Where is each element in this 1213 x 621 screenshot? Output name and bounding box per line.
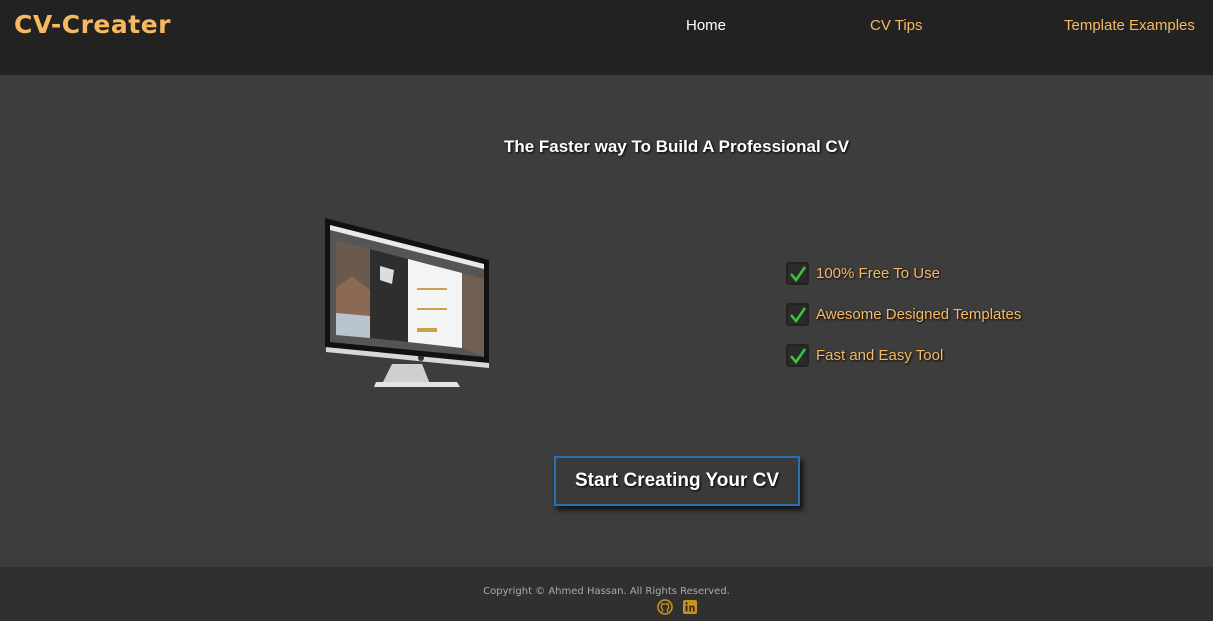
nav-template-examples-link[interactable]: Template Examples xyxy=(1064,17,1195,34)
navbar: CV-Creater Home CV Tips Template Example… xyxy=(0,0,1213,75)
copyright-text: Copyright © Ahmed Hassan. All Rights Res… xyxy=(483,586,730,597)
feature-label: 100% Free To Use xyxy=(816,265,940,282)
imac-monitor-icon xyxy=(322,218,497,390)
features-list: 100% Free To Use Awesome Designed Templa… xyxy=(786,253,1021,376)
brand-logo[interactable]: CV-Creater xyxy=(14,10,171,39)
checkmark-icon xyxy=(786,344,809,367)
github-icon[interactable] xyxy=(657,599,673,615)
checkmark-icon xyxy=(786,303,809,326)
nav-cv-tips-link[interactable]: CV Tips xyxy=(870,17,923,34)
hero-title: The Faster way To Build A Professional C… xyxy=(503,137,850,156)
hero-section: The Faster way To Build A Professional C… xyxy=(0,75,1213,567)
linkedin-icon[interactable] xyxy=(682,599,698,615)
feature-label: Fast and Easy Tool xyxy=(816,347,944,364)
list-item: 100% Free To Use xyxy=(786,253,1021,294)
list-item: Awesome Designed Templates xyxy=(786,294,1021,335)
start-creating-cv-button[interactable]: Start Creating Your CV xyxy=(554,456,800,506)
footer: Copyright © Ahmed Hassan. All Rights Res… xyxy=(0,567,1213,621)
feature-label: Awesome Designed Templates xyxy=(816,306,1022,323)
list-item: Fast and Easy Tool xyxy=(786,335,1021,376)
nav-home-link[interactable]: Home xyxy=(686,17,726,34)
checkmark-icon xyxy=(786,262,809,285)
